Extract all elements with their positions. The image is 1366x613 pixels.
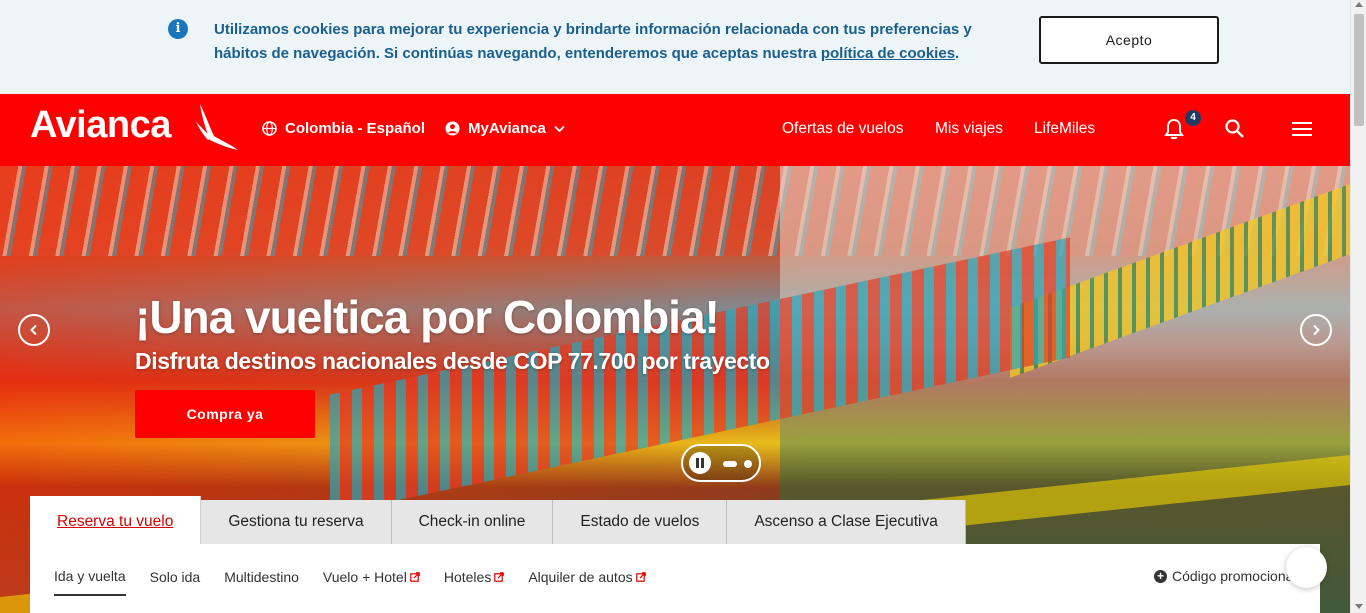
nav-ofertas-de-vuelos[interactable]: Ofertas de vuelos [782, 120, 903, 138]
chevron-down-icon [554, 125, 565, 132]
booking-tabs: Reserva tu vuelo Gestiona tu reserva Che… [30, 496, 966, 544]
cookie-trailing: . [955, 45, 960, 62]
notification-badge: 4 [1185, 110, 1201, 126]
cookie-banner: i Utilizamos cookies para mejorar tu exp… [0, 0, 1350, 94]
subtab-label: Vuelo + Hotel [322, 569, 407, 585]
external-link-icon [410, 572, 420, 582]
subtab-vuelo-hotel[interactable]: Vuelo + Hotel [323, 568, 420, 596]
hero-subtitle: Disfruta destinos nacionales desde COP 7… [135, 348, 770, 374]
globe-icon [262, 121, 277, 136]
external-link-icon [635, 572, 646, 582]
carousel-dot-active[interactable] [723, 461, 737, 467]
carousel-prev-button[interactable] [18, 314, 50, 346]
carousel-dot[interactable] [744, 460, 752, 468]
external-link-icon [494, 572, 505, 582]
trip-type-tabs: Ida y vuelta Solo ida Multidestino Vuelo… [54, 568, 646, 596]
booking-panel: Ida y vuelta Solo ida Multidestino Vuelo… [30, 544, 1320, 613]
site-header: Avianca Colombia - Español MyAvianca Ofe… [0, 94, 1350, 166]
bell-icon[interactable] [1164, 118, 1184, 140]
subtab-hoteles[interactable]: Hoteles [443, 568, 505, 596]
subtab-label: Hoteles [443, 569, 492, 585]
tab-gestiona-tu-reserva[interactable]: Gestiona tu reserva [201, 500, 392, 544]
tab-check-in-online[interactable]: Check-in online [391, 500, 554, 544]
tab-reserva-tu-vuelo[interactable]: Reserva tu vuelo [30, 496, 202, 544]
region-selector[interactable]: Colombia - Español [262, 120, 425, 137]
subtab-label: Solo ida [149, 569, 201, 585]
myavianca-label: MyAvianca [468, 120, 546, 137]
user-icon [445, 121, 460, 136]
chevron-left-icon [30, 324, 37, 336]
tab-estado-de-vuelos[interactable]: Estado de vuelos [553, 500, 728, 544]
compra-ya-button[interactable]: Compra ya [135, 390, 315, 438]
subtab-label: Ida y vuelta [54, 568, 126, 584]
cookie-policy-link[interactable]: política de cookies [821, 45, 955, 62]
cookie-message: Utilizamos cookies para mejorar tu exper… [214, 18, 1004, 66]
region-label: Colombia - Español [285, 120, 426, 137]
subtab-label: Multidestino [224, 569, 299, 585]
myavianca-menu[interactable]: MyAvianca [445, 120, 565, 137]
subtab-ida-y-vuelta[interactable]: Ida y vuelta [54, 568, 126, 596]
pause-icon[interactable] [689, 452, 711, 474]
plus-circle-icon: + [1154, 569, 1167, 583]
search-icon[interactable] [1224, 118, 1246, 140]
accept-cookies-button[interactable]: Acepto [1039, 16, 1219, 64]
nav-lifemiles[interactable]: LifeMiles [1034, 120, 1095, 138]
tab-ascenso-clase-ejecutiva[interactable]: Ascenso a Clase Ejecutiva [727, 500, 966, 544]
subtab-alquiler-de-autos[interactable]: Alquiler de autos [528, 568, 646, 596]
subtab-multidestino[interactable]: Multidestino [224, 568, 299, 596]
subtab-solo-ida[interactable]: Solo ida [150, 568, 201, 596]
subtab-label: Alquiler de autos [528, 569, 633, 585]
carousel-controls [681, 444, 761, 482]
chat-widget-button[interactable] [1286, 547, 1327, 588]
avianca-logo[interactable]: Avianca [30, 104, 171, 147]
scroll-down-arrow-icon[interactable] [1355, 604, 1363, 609]
hamburger-menu-icon[interactable] [1292, 122, 1312, 138]
page-scrollbar[interactable] [1350, 0, 1366, 613]
scroll-up-arrow-icon[interactable] [1355, 2, 1363, 7]
carousel-next-button[interactable] [1300, 314, 1332, 346]
promo-code-label: Código promociona [1172, 568, 1294, 584]
hero-title: ¡Una vueltica por Colombia! [135, 291, 720, 343]
chevron-right-icon [1313, 324, 1320, 336]
scroll-thumb[interactable] [1354, 14, 1364, 126]
promo-code-toggle[interactable]: + Código promociona [1154, 568, 1293, 584]
avianca-bird-icon [196, 104, 238, 150]
info-icon: i [168, 19, 188, 39]
nav-mis-viajes[interactable]: Mis viajes [935, 120, 1003, 138]
